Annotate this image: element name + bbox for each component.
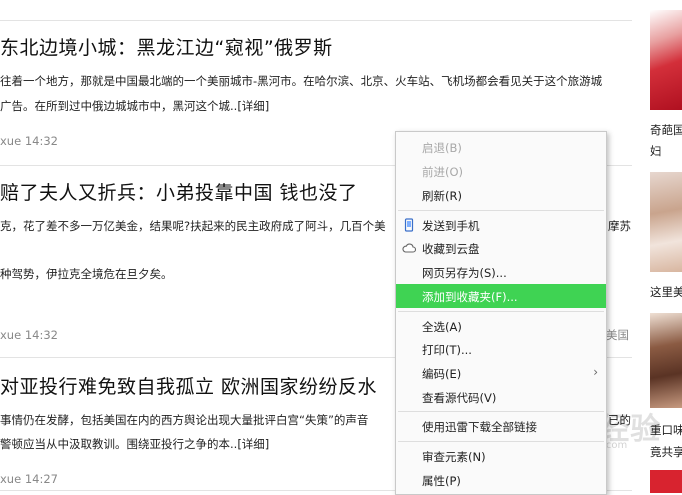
article-summary-line: 克，花了差不多一万亿美金，结果呢?扶起来的民主政府成了阿斗，几百个美: [0, 219, 386, 233]
article-meta: xue 14:27: [0, 472, 58, 486]
thumbnail-caption[interactable]: 奇葩国: [650, 122, 682, 138]
thumbnail-image[interactable]: [650, 172, 682, 272]
thumbnail-image[interactable]: [650, 10, 682, 110]
article-meta: xue 14:32: [0, 134, 58, 148]
menu-item-send-to-phone[interactable]: 发送到手机: [396, 213, 606, 237]
menu-item-refresh[interactable]: 刷新(R): [396, 183, 606, 207]
menu-item-properties[interactable]: 属性(P): [396, 468, 606, 492]
thumbnail-image[interactable]: [650, 313, 682, 408]
menu-item-forward[interactable]: 前进(O): [396, 159, 606, 183]
detail-link[interactable]: [详细]: [237, 99, 269, 113]
menu-separator: [398, 441, 604, 442]
article-summary-tail: 摩苏: [608, 219, 631, 233]
thumbnail-image[interactable]: [650, 470, 682, 493]
chevron-right-icon: ›: [593, 365, 598, 379]
article-meta: xue 14:32: [0, 328, 58, 342]
article-title[interactable]: 赔了夫人又折兵：小弟投靠中国 钱也没了: [0, 178, 358, 205]
detail-link[interactable]: [详细]: [237, 437, 269, 451]
menu-item-add-to-favorites[interactable]: 添加到收藏夹(F)...: [396, 284, 606, 308]
thumbnail-caption[interactable]: 妇: [650, 143, 662, 159]
menu-item-encoding[interactable]: 编码(E) ›: [396, 361, 606, 385]
thumbnail-caption[interactable]: 这里美: [650, 284, 682, 300]
menu-separator: [398, 311, 604, 312]
menu-item-select-all[interactable]: 全选(A): [396, 314, 606, 338]
menu-item-save-page-as[interactable]: 网页另存为(S)...: [396, 260, 606, 284]
article-title[interactable]: 对亚投行难免致自我孤立 欧洲国家纷纷反水: [0, 372, 377, 399]
article-summary-line: 往着一个地方，那就是中国最北端的一个美丽城市-黑河市。在哈尔滨、北京、火车站、飞…: [0, 74, 603, 88]
context-menu: 启退(B) 前进(O) 刷新(R) 发送到手机 收藏到云盘 网页另存为(S)..…: [395, 131, 607, 495]
menu-item-save-to-cloud[interactable]: 收藏到云盘: [396, 236, 606, 260]
menu-separator: [398, 411, 604, 412]
menu-item-view-source[interactable]: 查看源代码(V): [396, 385, 606, 409]
menu-separator: [398, 210, 604, 211]
divider: [0, 20, 632, 21]
article-summary-line: 事情仍在发酵，包括美国在内的西方舆论出现大量批评白宫“失策”的声音: [0, 413, 369, 427]
cloud-icon: [402, 241, 417, 255]
menu-item-inspect-element[interactable]: 审查元素(N): [396, 444, 606, 468]
article-summary-line: 种驾势，伊拉克全境危在旦夕矣。: [0, 267, 173, 281]
menu-item-print[interactable]: 打印(T)...: [396, 337, 606, 361]
article-title[interactable]: 东北边境小城：黑龙江边“窥视”俄罗斯: [0, 33, 333, 60]
article-summary-line: 广告。在所到过中俄边城城市中，黑河这个城..[详细]: [0, 99, 270, 113]
menu-item-back[interactable]: 启退(B): [396, 135, 606, 159]
phone-icon: [402, 218, 416, 232]
menu-item-thunder-download-all[interactable]: 使用迅雷下载全部链接: [396, 414, 606, 438]
tag-label[interactable]: 美国: [606, 327, 629, 343]
article-summary-line: 警顿应当从中汲取教训。围绕亚投行之争的本..[详细]: [0, 437, 270, 451]
